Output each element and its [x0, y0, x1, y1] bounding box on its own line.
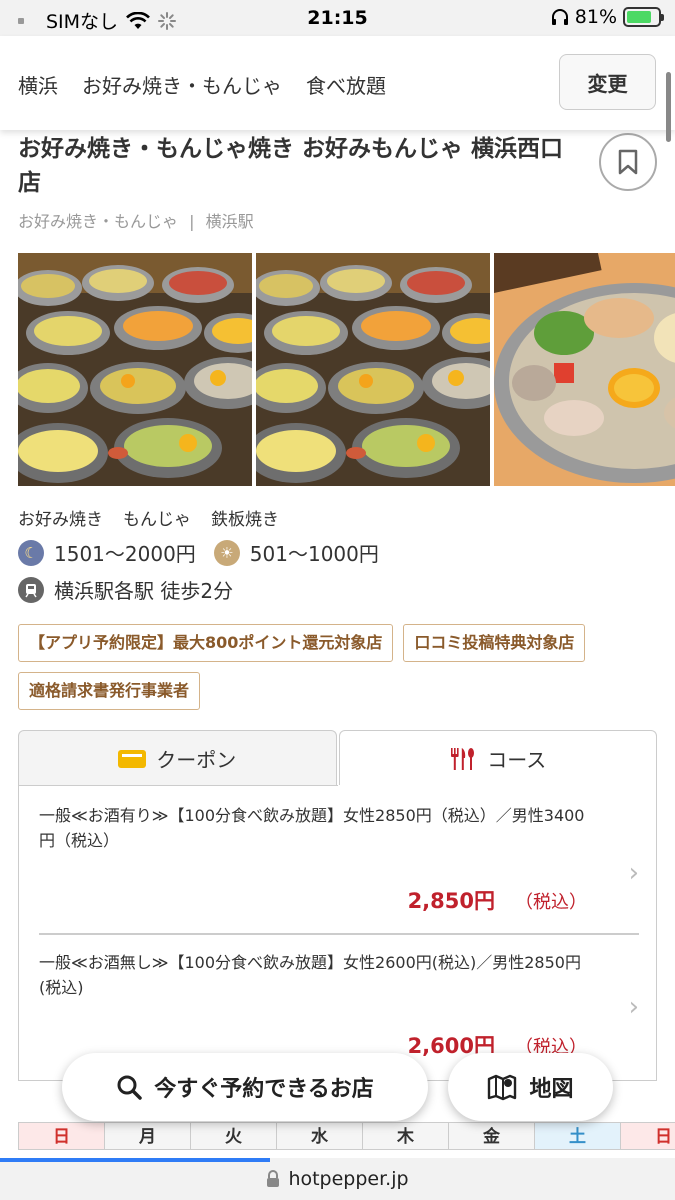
- headphones-icon: [551, 9, 568, 25]
- calendar-day-header: 日: [18, 1122, 104, 1150]
- dinner-budget: 1501～2000円: [54, 542, 196, 566]
- train-icon: [18, 576, 44, 603]
- condition-all-you-can-eat[interactable]: 食べ放題: [306, 70, 386, 99]
- battery-percent: 81%: [574, 6, 617, 28]
- shop-photo[interactable]: [256, 253, 490, 486]
- genre-item: もんじゃ: [123, 510, 191, 530]
- coupon-icon: [118, 749, 147, 768]
- calendar-day-header: 金: [448, 1122, 534, 1150]
- search-conditions: 横浜 お好み焼き・もんじゃ 食べ放題: [18, 70, 386, 99]
- shop-photo[interactable]: [494, 253, 675, 486]
- tag-review-bonus[interactable]: 口コミ投稿特典対象店: [403, 624, 586, 662]
- reservation-calendar: 日 月 火 水 木 金 土 日: [18, 1122, 675, 1150]
- course-name: 一般≪お酒無し≫【100分食べ飲み放題】女性2600円(税込)／男性2850円(…: [39, 953, 581, 997]
- course-name: 一般≪お酒有り≫【100分食べ飲み放題】女性2850円（税込）／男性3400円（…: [39, 806, 585, 850]
- map-icon: [488, 1074, 517, 1101]
- sun-icon: ☀: [213, 539, 240, 566]
- tab-coupon[interactable]: クーポン: [18, 730, 337, 786]
- scrollbar-thumb[interactable]: [666, 72, 671, 142]
- calendar-day-header: 火: [190, 1122, 276, 1150]
- course-price-line: 2,850円 （税込）: [408, 885, 587, 915]
- genre-list: お好み焼き もんじゃ 鉄板焼き: [18, 505, 279, 530]
- calendar-day-header: 水: [276, 1122, 362, 1150]
- shop-category: お好み焼き・もんじゃ: [18, 212, 179, 231]
- battery-icon: [623, 7, 664, 27]
- subtitle-separator: |: [189, 212, 195, 231]
- chevron-right-icon: ›: [628, 992, 639, 1022]
- calendar-day-header: 日: [620, 1122, 675, 1150]
- condition-genre[interactable]: お好み焼き・もんじゃ: [82, 70, 282, 99]
- reserve-now-label: 今すぐ予約できるお店: [154, 1077, 374, 1102]
- feature-tags: 【アプリ予約限定】最大800ポイント還元対象店 口コミ投稿特典対象店 適格請求書…: [18, 624, 658, 710]
- cutlery-icon: [451, 747, 475, 770]
- lock-icon: [267, 1170, 280, 1187]
- search-conditions-bar: 横浜 お好み焼き・もんじゃ 食べ放題 変更: [0, 36, 675, 130]
- monja-bowl-image: [494, 253, 675, 486]
- tag-app-points[interactable]: 【アプリ予約限定】最大800ポイント還元対象店: [18, 624, 394, 662]
- tab-course[interactable]: コース: [338, 730, 657, 786]
- moon-icon: ☾: [18, 539, 44, 566]
- tab-course-label: コース: [487, 748, 547, 772]
- shop-photo[interactable]: [18, 253, 252, 486]
- shop-subtitle: お好み焼き・もんじゃ | 横浜駅: [18, 208, 254, 232]
- bookmark-icon: [618, 149, 638, 175]
- url-domain: hotpepper.jp: [288, 1168, 409, 1190]
- course-price: 2,850円: [407, 889, 495, 913]
- course-item[interactable]: 一般≪お酒無し≫【100分食べ飲み放題】女性2600円(税込)／男性2850円(…: [39, 950, 639, 1070]
- map-label: 地図: [529, 1077, 574, 1102]
- calendar-day-header: 木: [362, 1122, 448, 1150]
- lunch-budget: 501～1000円: [249, 542, 379, 566]
- status-bar: SIMなし 21:15 81%: [0, 0, 675, 36]
- okonomiyaki-spread-image: [18, 253, 252, 486]
- battery-level: [627, 11, 652, 23]
- genre-item: 鉄板焼き: [211, 510, 279, 530]
- course-tax-note: （税込）: [515, 892, 587, 913]
- shop-station: 横浜駅: [205, 212, 254, 231]
- bookmark-button[interactable]: [599, 133, 657, 191]
- tag-invoice-issuer[interactable]: 適格請求書発行事業者: [18, 672, 201, 710]
- photo-carousel[interactable]: [18, 253, 675, 486]
- page-load-progress: [0, 1158, 270, 1162]
- address-bar[interactable]: hotpepper.jp: [0, 1158, 675, 1200]
- menu-tabs: クーポン コース: [18, 730, 657, 786]
- divider: [39, 933, 639, 935]
- okonomiyaki-spread-image: [256, 253, 490, 486]
- course-item[interactable]: 一般≪お酒有り≫【100分食べ飲み放題】女性2850円（税込）／男性3400円（…: [39, 803, 639, 923]
- search-icon: [117, 1075, 142, 1100]
- calendar-day-header: 月: [104, 1122, 190, 1150]
- access-text: 横浜駅各駅 徒歩2分: [54, 579, 234, 603]
- chevron-right-icon: ›: [628, 858, 639, 888]
- genre-item: お好み焼き: [18, 510, 103, 530]
- change-conditions-button[interactable]: 変更: [559, 54, 656, 110]
- calendar-day-header: 土: [534, 1122, 620, 1150]
- budget-row: ☾ 1501～2000円 ☀ 501～1000円: [18, 538, 379, 567]
- condition-area[interactable]: 横浜: [18, 70, 58, 99]
- course-list: 一般≪お酒有り≫【100分食べ飲み放題】女性2850円（税込）／男性3400円（…: [18, 785, 657, 1081]
- map-button[interactable]: 地図: [448, 1053, 613, 1121]
- tab-coupon-label: クーポン: [156, 748, 237, 772]
- shop-title[interactable]: お好み焼き・もんじゃ焼き お好みもんじゃ 横浜西口店: [18, 132, 578, 200]
- reserve-now-button[interactable]: 今すぐ予約できるお店: [62, 1053, 428, 1121]
- access-row: 横浜駅各駅 徒歩2分: [18, 575, 233, 604]
